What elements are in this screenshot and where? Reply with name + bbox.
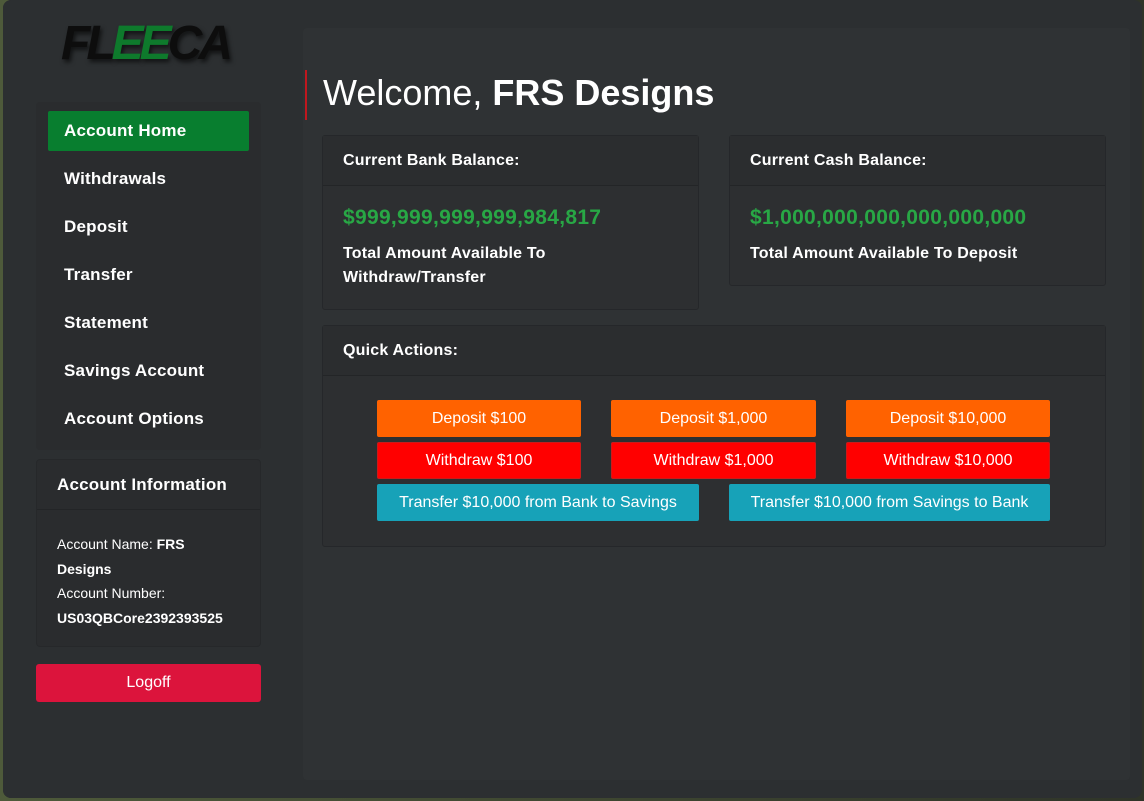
account-name-label: Account Name: <box>57 536 157 552</box>
logo-text-mid: EE <box>111 17 172 70</box>
deposit-1000-button[interactable]: Deposit $1,000 <box>611 400 816 437</box>
bank-balance-card: Current Bank Balance: $999,999,999,999,9… <box>322 135 699 310</box>
withdraw-10000-button[interactable]: Withdraw $10,000 <box>846 442 1050 479</box>
quick-actions-card: Quick Actions: Deposit $100 Deposit $1,0… <box>322 325 1106 547</box>
bank-balance-title: Current Bank Balance: <box>323 136 698 186</box>
sidebar-item-account-home[interactable]: Account Home <box>48 111 249 151</box>
sidebar: FLEECA Account Home Withdrawals Deposit … <box>3 0 291 798</box>
transfer-bank-to-savings-button[interactable]: Transfer $10,000 from Bank to Savings <box>377 484 699 521</box>
sidebar-item-withdrawals[interactable]: Withdrawals <box>48 159 249 199</box>
withdraw-100-button[interactable]: Withdraw $100 <box>377 442 581 479</box>
welcome-accent-bar <box>305 70 307 120</box>
cash-balance-title: Current Cash Balance: <box>730 136 1105 186</box>
withdraw-1000-button[interactable]: Withdraw $1,000 <box>611 442 816 479</box>
sidebar-item-transfer[interactable]: Transfer <box>48 255 249 295</box>
account-information-title: Account Information <box>37 460 260 510</box>
welcome-user-name: FRS Designs <box>492 72 715 113</box>
bank-balance-caption: Total Amount Available To Withdraw/Trans… <box>343 245 546 286</box>
account-number-value: US03QBCore2392393525 <box>57 609 223 626</box>
deposit-10000-button[interactable]: Deposit $10,000 <box>846 400 1050 437</box>
sidebar-item-statement[interactable]: Statement <box>48 303 249 343</box>
cash-balance-caption: Total Amount Available To Deposit <box>750 245 1018 262</box>
bank-app-window: FLEECA Account Home Withdrawals Deposit … <box>3 0 1142 798</box>
welcome-prefix: Welcome, <box>323 72 493 113</box>
sidebar-item-deposit[interactable]: Deposit <box>48 207 249 247</box>
cash-balance-amount: $1,000,000,000,000,000,000 <box>750 206 1027 229</box>
cash-balance-card: Current Cash Balance: $1,000,000,000,000… <box>729 135 1106 286</box>
fleeca-logo: FLEECA <box>61 16 241 72</box>
account-information-panel: Account Information Account Name: FRS De… <box>36 459 261 647</box>
logo-text-right: CA <box>167 17 233 70</box>
sidebar-item-savings-account[interactable]: Savings Account <box>48 351 249 391</box>
deposit-100-button[interactable]: Deposit $100 <box>377 400 581 437</box>
bank-balance-amount: $999,999,999,999,984,817 <box>343 206 602 229</box>
main-content: Welcome, FRS Designs Current Bank Balanc… <box>303 28 1130 780</box>
account-information-body: Account Name: FRS Designs Account Number… <box>37 510 260 630</box>
sidebar-nav: Account Home Withdrawals Deposit Transfe… <box>36 102 261 450</box>
transfer-savings-to-bank-button[interactable]: Transfer $10,000 from Savings to Bank <box>729 484 1050 521</box>
account-name-row: Account Name: FRS Designs <box>57 532 240 581</box>
page-title: Welcome, FRS Designs <box>323 70 714 116</box>
quick-actions-title: Quick Actions: <box>323 326 1105 376</box>
logo-text-left: FL <box>61 17 116 70</box>
logoff-button[interactable]: Logoff <box>36 664 261 702</box>
sidebar-item-account-options[interactable]: Account Options <box>48 399 249 439</box>
account-number-label: Account Number: <box>57 585 166 601</box>
